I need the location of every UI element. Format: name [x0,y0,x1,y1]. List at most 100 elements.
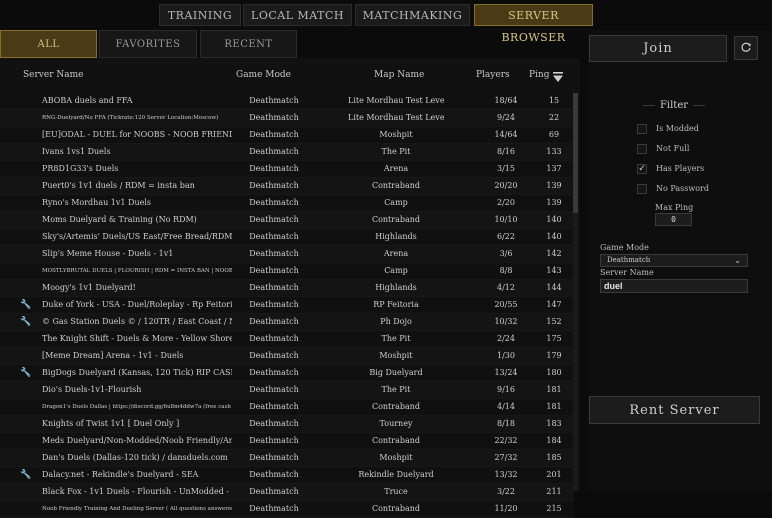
wrench-icon: 🔧 [20,368,32,378]
game-mode-cell: Deathmatch [249,385,299,394]
ping-cell: 133 [546,147,562,156]
subtab-favorites[interactable]: FAVORITES [99,30,197,58]
game-mode-cell: Deathmatch [249,351,299,360]
join-button[interactable]: Join [589,35,727,62]
players-cell: 2/20 [497,198,515,207]
column-header-players[interactable]: Players [476,70,510,80]
top-navigation: Training Local Match Matchmaking Server … [0,0,772,44]
table-row[interactable]: Meds Duelyard/Non-Modded/Noob Friendly/A… [0,433,574,450]
players-cell: 22/32 [494,436,518,445]
map-name-cell: Rekindle Duelyard [358,470,434,479]
table-row[interactable]: Puert0's 1v1 duels / RDM = insta ban Deat… [0,178,574,195]
table-row[interactable]: Ivans 1vs1 Duels Deathmatch The Pit 8/16 133 [0,144,574,161]
wrench-icon: 🔧 [20,300,32,310]
server-name-cell: Black Fox - 1v1 Duels - Flourish - UnMod… [42,487,232,496]
game-mode-select[interactable]: Deathmatch ⌄ [600,254,748,267]
scrollbar-thumb[interactable] [573,93,578,213]
game-mode-cell: Deathmatch [249,504,299,513]
map-name-cell: Highlands [375,232,417,241]
tab-local-match[interactable]: Local Match [243,4,352,26]
ping-cell: 142 [546,249,562,258]
table-row[interactable]: 🔧 © Gas Station Duels © / 120TR / East Co… [0,314,574,331]
label-not-full: Not Full [656,144,690,153]
players-cell: 11/20 [494,504,518,513]
map-name-cell: Highlands [375,283,417,292]
refresh-icon [741,42,751,52]
ping-cell: 152 [546,317,562,326]
server-list-scrollbar[interactable] [573,93,578,491]
server-name-cell: Sky's/Artemis' Duels/US East/Free Bread/… [42,232,232,241]
table-row[interactable]: Dan's Duels (Dallas-120 tick) / dansduel… [0,450,574,467]
table-row[interactable]: Moogy's 1v1 Duelyard! Deathmatch Highlands… [0,280,574,297]
ping-cell: 140 [546,232,562,241]
map-name-cell: Contraband [371,402,421,411]
ping-cell: 179 [546,351,562,360]
ping-cell: 137 [546,164,562,173]
table-row[interactable]: Slip's Meme House - Duels - 1v1 Deathmatc… [0,246,574,263]
table-row[interactable]: RNG-Duelyard/No FFA (Tickrate:120 Server… [0,110,574,127]
server-name-cell: Moms Duelyard & Training (No RDM) [42,215,197,224]
ping-cell: 143 [546,266,562,275]
table-row[interactable]: 🔧 BigDogs Duelyard (Kansas, 120 Tick) RIP… [0,365,574,382]
game-mode-cell: Deathmatch [249,334,299,343]
table-row[interactable]: Black Fox - 1v1 Duels - Flourish - UnMod… [0,484,574,501]
sort-descending-icon[interactable] [552,71,564,83]
server-name-cell: ABOBA duels and FFA [42,96,133,105]
table-row[interactable]: Ryno's Mordhau 1v1 Duels Deathmatch Camp 2/… [0,195,574,212]
table-row[interactable]: 🔧 Duke of York - USA - Duel/Roleplay - Rp… [0,297,574,314]
table-row[interactable]: Moms Duelyard & Training (No RDM) Deathma… [0,212,574,229]
filter-title: Filter [659,100,689,111]
max-ping-input[interactable]: 0 [655,213,692,226]
label-is-modded: Is Modded [656,124,699,133]
refresh-button[interactable] [734,36,758,60]
map-name-cell: Camp [384,198,408,207]
game-mode-cell: Deathmatch [249,283,299,292]
checkbox-is-modded[interactable] [637,124,647,134]
table-row[interactable]: [EU]ODAL - DUEL for NOOBS - NOOB FRIENDL… [0,127,574,144]
server-name-cell: Dragon1's Duels Dallas | https://discord… [42,404,232,410]
table-row[interactable]: MOSTLYBRUTAL DUELS | FLOURISH | RDM = IN… [0,263,574,280]
map-name-cell: Moshpit [379,453,413,462]
table-row[interactable]: Dio's Duels-1v1-Flourish Deathmatch The Pi… [0,382,574,399]
tab-matchmaking[interactable]: Matchmaking [355,4,470,26]
table-row[interactable]: Noob Friendly Training And Dueling Serve… [0,501,574,518]
map-name-cell: Lite Mordhau Test Level [348,96,444,105]
map-name-cell: Lite Mordhau Test Level [348,113,444,122]
checkbox-no-password[interactable] [637,184,647,194]
ping-cell: 181 [546,402,562,411]
subtab-recent[interactable]: RECENT [200,30,297,58]
players-cell: 1/30 [497,351,515,360]
subtab-all[interactable]: ALL [0,30,97,58]
checkbox-not-full[interactable] [637,144,647,154]
game-mode-cell: Deathmatch [249,181,299,190]
server-name-cell: Knights of Twist 1v1 [ Duel Only ] [42,419,180,428]
table-row[interactable]: Sky's/Artemis' Duels/US East/Free Bread/… [0,229,574,246]
game-mode-label: Game Mode [600,243,649,252]
table-row[interactable]: Knights of Twist 1v1 [ Duel Only ] Deathm… [0,416,574,433]
column-header-ping[interactable]: Ping [529,70,550,80]
column-header-server-name[interactable]: Server Name [23,70,83,80]
table-row[interactable]: Dragon1's Duels Dallas | https://discord… [0,399,574,416]
server-name-cell: BigDogs Duelyard (Kansas, 120 Tick) RIP … [42,368,232,377]
game-mode-cell: Deathmatch [249,249,299,258]
server-name-cell: Noob Friendly Training And Dueling Serve… [42,506,232,512]
tab-server-browser[interactable]: Server Browser [474,4,593,44]
ping-cell: 183 [546,419,562,428]
table-row[interactable]: The Knight Shift - Duels & More - Yellow… [0,331,574,348]
table-row[interactable]: PR8D1G33's Duels Deathmatch Arena 3/15 137 [0,161,574,178]
tab-training[interactable]: Training [159,4,241,26]
column-header-map-name[interactable]: Map Name [374,70,424,80]
filter-divider-right [693,105,705,106]
table-row[interactable]: ABOBA duels and FFA Deathmatch Lite Mordha… [0,93,574,110]
table-row[interactable]: 🔧 Dalacy.net - Rekindle's Duelyard - SEA D… [0,467,574,484]
rent-server-button[interactable]: Rent Server [589,396,760,424]
game-mode-cell: Deathmatch [249,164,299,173]
table-row[interactable]: [Meme Dream] Arena - 1v1 - Duels Deathmat… [0,348,574,365]
game-mode-cell: Deathmatch [249,232,299,241]
server-name-input[interactable]: duel [600,279,748,293]
map-name-cell: Camp [384,266,408,275]
players-cell: 3/22 [497,487,515,496]
column-header-game-mode[interactable]: Game Mode [236,70,291,80]
ping-cell: 147 [546,300,562,309]
checkbox-has-players[interactable]: ✓ [637,164,647,174]
